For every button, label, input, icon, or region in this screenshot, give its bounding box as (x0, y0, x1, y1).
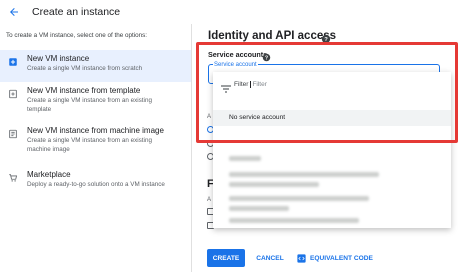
option-description: Create a single VM instance from scratch (27, 65, 143, 72)
back-arrow-icon[interactable] (6, 4, 22, 20)
option-description: Create a single VM instance from an exis… (27, 97, 152, 113)
create-button[interactable]: CREATE (207, 249, 245, 267)
left-panel-intro: To create a VM instance, select one of t… (6, 32, 148, 39)
machine-image-icon (8, 126, 18, 139)
service-account-field-label: Service account (213, 62, 258, 68)
redacted-service-account[interactable] (229, 182, 319, 187)
left-panel: To create a VM instance, select one of t… (0, 24, 192, 272)
help-icon[interactable]: ? (321, 31, 331, 44)
add-vm-icon (8, 54, 18, 66)
redacted-service-account[interactable] (229, 156, 261, 161)
page-title: Create an instance (32, 6, 121, 18)
option-title: New VM instance from machine image (27, 126, 164, 135)
equivalent-code-button[interactable]: EQUIVALENT CODE (297, 249, 373, 267)
option-description: Create a single VM instance from an exis… (27, 137, 152, 153)
code-icon (297, 253, 306, 263)
redacted-service-account[interactable] (229, 206, 289, 211)
help-icon[interactable]: ? (262, 49, 271, 61)
service-accounts-title: Service accounts (208, 50, 268, 59)
option-new-vm-from-machine-image[interactable]: New VM instance from machine image Creat… (0, 122, 191, 162)
option-description: Deploy a ready-to-go solution onto a VM … (27, 181, 165, 188)
cart-icon (8, 170, 18, 182)
option-marketplace[interactable]: Marketplace Deploy a ready-to-go solutio… (0, 166, 191, 194)
firewall-label-partial: A (207, 197, 212, 203)
option-title: New VM instance (27, 54, 90, 63)
cancel-button[interactable]: CANCEL (254, 249, 286, 267)
option-title: Marketplace (27, 170, 71, 179)
option-title: New VM instance from template (27, 86, 141, 95)
svg-text:?: ? (265, 55, 268, 61)
redacted-service-account[interactable] (229, 196, 369, 201)
top-bar: Create an instance (0, 0, 474, 24)
section-title: Identity and API access (208, 30, 337, 42)
redacted-service-account[interactable] (229, 172, 379, 177)
option-new-vm-from-template[interactable]: New VM instance from template Create a s… (0, 82, 191, 120)
redacted-service-account[interactable] (229, 218, 359, 223)
equivalent-code-label: EQUIVALENT CODE (310, 254, 373, 262)
option-new-vm-instance[interactable]: New VM instance Create a single VM insta… (0, 50, 191, 82)
template-icon (8, 86, 18, 99)
